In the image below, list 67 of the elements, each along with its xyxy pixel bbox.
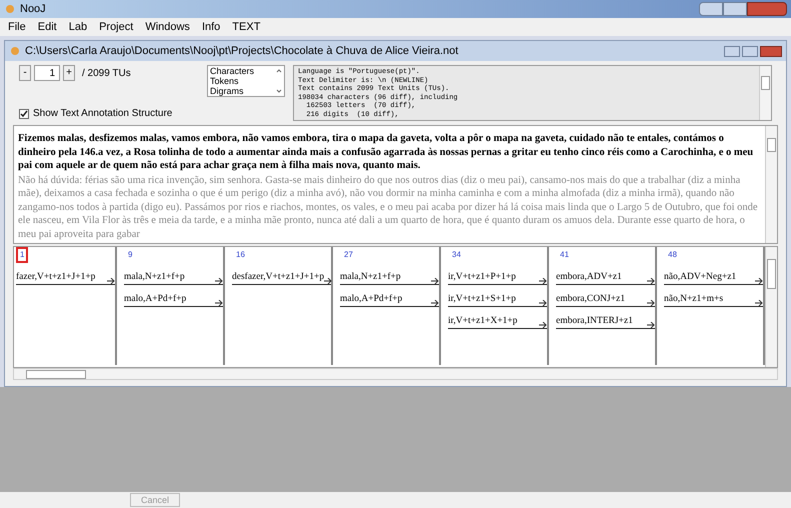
menu-item[interactable]: Lab xyxy=(68,18,88,36)
minimize-button[interactable] xyxy=(724,46,740,56)
annotation-entry[interactable]: malo,A+Pd+f+p xyxy=(124,293,223,307)
arrow-icon xyxy=(647,278,655,284)
annotation-entry[interactable]: desfazer,V+t+z1+J+1+p xyxy=(232,271,331,285)
scroll-bar[interactable] xyxy=(759,66,771,120)
tu-index[interactable]: 16 xyxy=(232,247,249,263)
annotation-entry[interactable]: embora,ADV+z1 xyxy=(556,271,655,285)
next-button[interactable]: + xyxy=(63,65,75,81)
arrow-icon xyxy=(539,300,547,306)
arrow-icon xyxy=(215,278,223,284)
annotation-entry[interactable]: não,ADV+Neg+z1 xyxy=(664,271,763,285)
list-box[interactable]: Characters Tokens Digrams xyxy=(207,65,285,97)
annotation-entry[interactable]: ir,V+t+z1+S+1+p xyxy=(448,293,547,307)
app-icon xyxy=(4,4,16,14)
list-item[interactable]: Digrams xyxy=(210,86,272,96)
checkbox-label: Show Text Annotation Structure xyxy=(33,107,172,121)
maximize-button[interactable] xyxy=(742,46,758,56)
tu-index[interactable]: 41 xyxy=(556,247,573,263)
arrow-icon xyxy=(324,278,332,284)
text-paragraph: Fizemos malas, desfizemos malas, vamos embora, não vamos embora, tira o mapa da gaveta, volta a pôr o mapa na gaveta, cuidado não te entales, contámos o dinheiro pela 146.a vez, a Rosa tolinha de todo a aumentar ainda mais a confusão agarrada às nossas pernas a gritar eu tenho cinco réis como a Carochinha, e o meu pai com aquele ar de quem não está para achar graça nem à filha mais nova, quanto mais. xyxy=(18,132,754,172)
arrow-icon xyxy=(647,300,655,306)
window-title: NooJ xyxy=(20,2,46,17)
arrow-icon xyxy=(755,278,763,284)
arrow-icon xyxy=(431,300,439,306)
document-title: C:\Users\Carla Araujo\Documents\Nooj\pt\Projects\Chocolate à Chuva de Alice Vieira.not xyxy=(25,44,458,59)
arrow-icon xyxy=(431,278,439,284)
tu-index[interactable]: 48 xyxy=(664,247,681,263)
annotation-entry[interactable]: embora,CONJ+z1 xyxy=(556,293,655,307)
annotation-entry[interactable]: fazer,V+t+z1+J+1+p xyxy=(16,271,115,285)
document-icon xyxy=(9,46,21,56)
menu-item[interactable]: File xyxy=(8,18,26,36)
arrow-icon xyxy=(647,322,655,328)
tu-index[interactable]: 27 xyxy=(340,247,357,263)
horizontal-scroll-bar[interactable] xyxy=(13,368,778,380)
previous-button[interactable]: - xyxy=(19,65,31,81)
annotation-entry[interactable]: embora,INTERJ+z1 xyxy=(556,315,655,329)
tu-number-field[interactable]: 1 xyxy=(34,65,60,81)
text-paragraph: Não há dúvida: férias são uma rica invenção, sim senhora. Gasta-se mais dinheiro do que nos outros dias (diz o meu pai), cansamo-nos mais do que a trabalhar (diz a minha mãe), deixamos a casa fechada e sozinha o que é um perigo (diz a minha avó), não vou dormir na minha caminha e com a minha almofada (diz a minha irmã), quando não zangamo-nos todos à partida (digo eu). Passámos por rios e riachos, montes, os vales, e o meu pai acaba por dizer há lá coisa mais linda que o Largo 5 de Outubro, que foi onde ele nasceu, em Vila Flor às três e meia da tarde, e a minha mãe pronto, nunca até dali a um quarto de hora, que é quanto duram os amuos dela. Durante esse quarto de hora, o meu pai aproveita para gabar xyxy=(18,174,759,241)
annotation-entry[interactable]: ir,V+t+z1+X+1+p xyxy=(448,315,547,329)
annotation-entry[interactable]: malo,A+Pd+f+p xyxy=(340,293,439,307)
annotation-entry[interactable]: mala,N+z1+f+p xyxy=(340,271,439,285)
menu-item[interactable]: Windows xyxy=(145,18,190,36)
annotation-entry[interactable]: ir,V+t+z1+P+1+p xyxy=(448,271,547,285)
arrow-icon xyxy=(539,322,547,328)
annotation-entry[interactable]: mala,N+z1+f+p xyxy=(124,271,223,285)
scroll-bar[interactable] xyxy=(765,247,777,367)
list-item[interactable]: Tokens xyxy=(210,76,272,86)
menu-item[interactable]: Edit xyxy=(38,18,57,36)
menu-item[interactable]: Info xyxy=(202,18,220,36)
scroll-bar[interactable] xyxy=(765,126,777,243)
checkbox[interactable] xyxy=(19,108,29,118)
tu-index[interactable]: 34 xyxy=(448,247,465,263)
arrow-icon xyxy=(755,300,763,306)
menu-item[interactable]: TEXT xyxy=(232,18,260,36)
list-item[interactable]: Characters xyxy=(210,66,272,76)
arrow-icon xyxy=(215,300,223,306)
menu-item[interactable]: Project xyxy=(99,18,134,36)
tu-index[interactable]: 9 xyxy=(124,247,136,263)
tu-index[interactable]: 1 xyxy=(16,247,28,263)
maximize-button[interactable] xyxy=(723,2,747,16)
close-button[interactable] xyxy=(760,46,782,56)
annotation-entry[interactable]: não,N+z1+m+s xyxy=(664,293,763,307)
arrow-icon xyxy=(539,278,547,284)
minimize-button[interactable] xyxy=(699,2,723,16)
arrow-icon xyxy=(107,278,115,284)
tu-total: / 2099 TUs xyxy=(82,66,131,80)
